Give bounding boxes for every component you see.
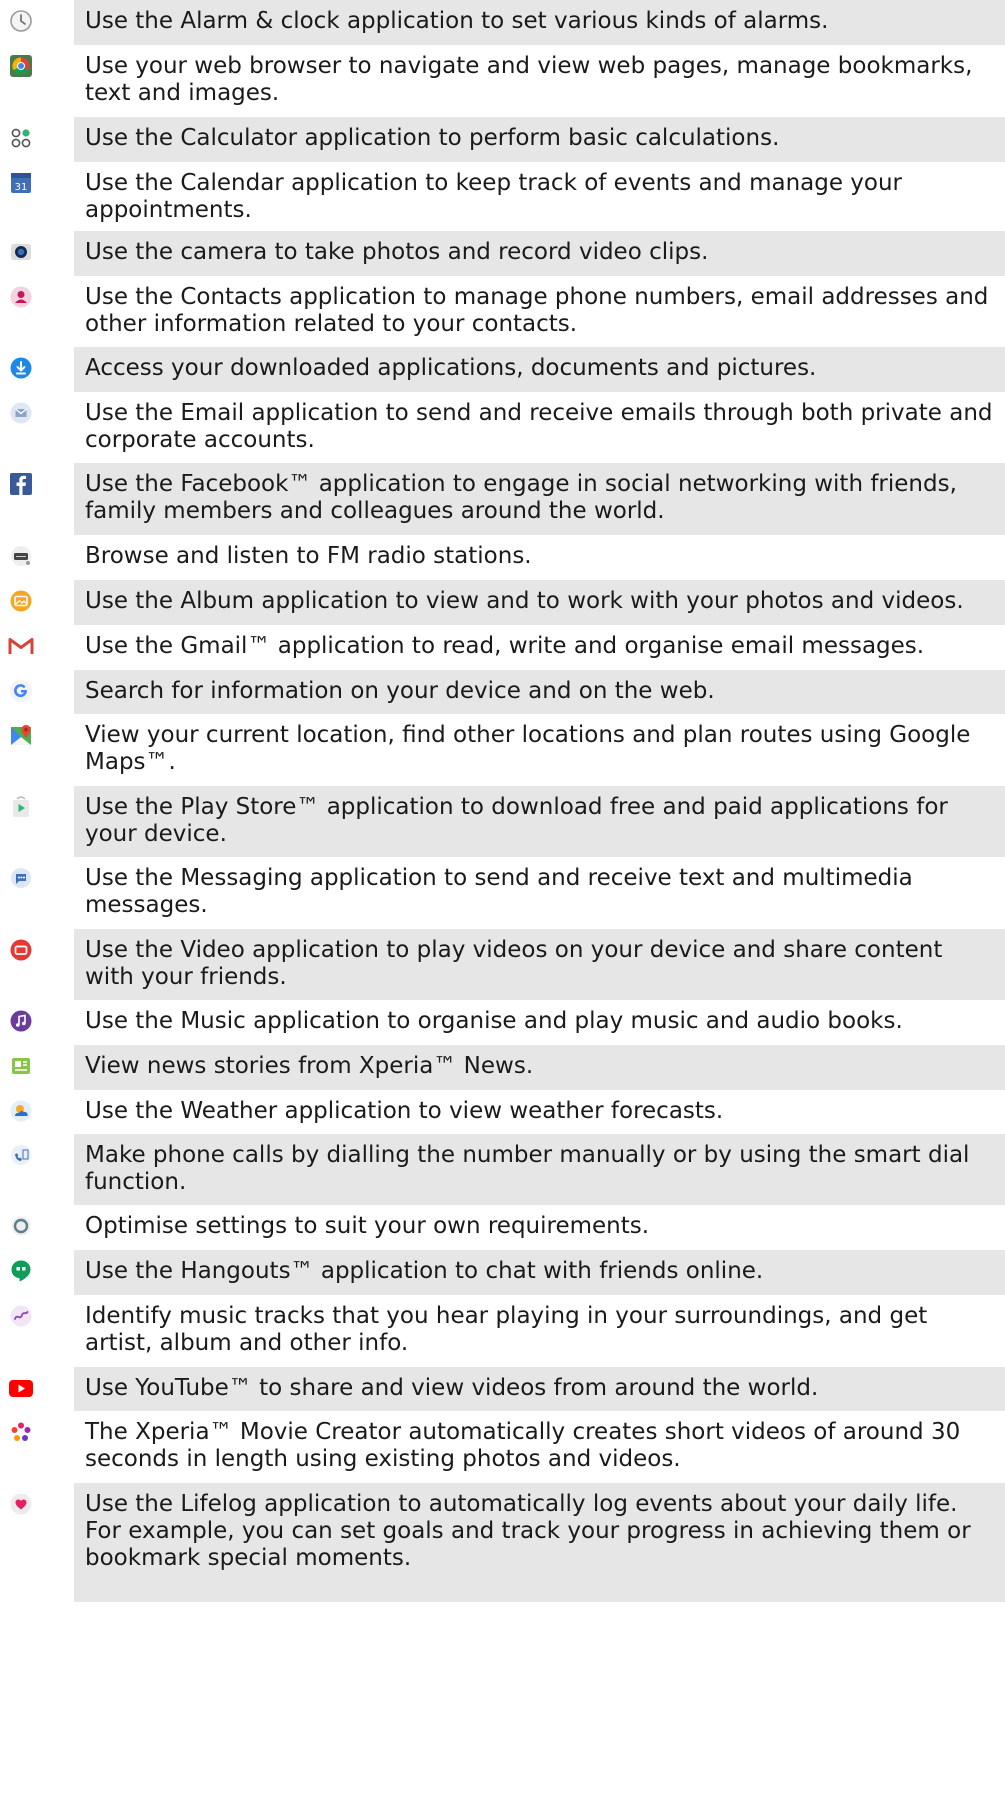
- download-icon: [8, 355, 34, 381]
- list-item-description: Use the camera to take photos and record…: [74, 231, 1005, 276]
- messaging-icon: [8, 865, 34, 891]
- album-icon: [8, 588, 34, 614]
- alarm-clock-icon: [8, 8, 34, 34]
- list-item-description: Use the Weather application to view weat…: [85, 1098, 724, 1124]
- list-item-description: Use YouTube™ to share and view videos fr…: [74, 1367, 1005, 1411]
- list-item-description: View your current location, find other l…: [85, 722, 971, 775]
- list-item: Access your downloaded applications, doc…: [0, 347, 1005, 392]
- news-icon: [8, 1053, 34, 1079]
- list-item: Use YouTube™ to share and view videos fr…: [0, 1367, 1005, 1411]
- list-item: Use the Album application to view and to…: [0, 580, 1005, 625]
- list-item: Use the Messaging application to send an…: [0, 857, 1005, 929]
- list-item: Use the Email application to send and re…: [0, 392, 1005, 463]
- list-item: Use the Play Store™ application to downl…: [0, 786, 1005, 857]
- youtube-icon: [8, 1375, 34, 1401]
- list-item-description: Use the Facebook™ application to engage …: [74, 463, 1005, 535]
- list-item-description: View news stories from Xperia™ News.: [74, 1045, 1005, 1090]
- list-item: Use the Facebook™ application to engage …: [0, 463, 1005, 535]
- list-item-description: Use the Lifelog application to automatic…: [74, 1483, 1005, 1602]
- list-item-description: Use the Messaging application to send an…: [85, 865, 913, 918]
- music-recognition-icon: [8, 1303, 34, 1329]
- list-item: Use the Calculator application to perfor…: [0, 117, 1005, 162]
- maps-icon: [8, 722, 34, 748]
- list-item: Use the Hangouts™ application to chat wi…: [0, 1250, 1005, 1295]
- list-item-description: Use the Calculator application to perfor…: [74, 117, 1005, 162]
- music-icon: [8, 1008, 34, 1034]
- list-item: Use the Video application to play videos…: [0, 929, 1005, 1000]
- list-item-description: Use the Album application to view and to…: [74, 580, 1005, 625]
- contacts-icon: [8, 284, 34, 310]
- calculator-icon: [8, 125, 34, 151]
- list-item: The Xperia™ Movie Creator automatically …: [0, 1411, 1005, 1483]
- play-store-icon: [8, 794, 34, 820]
- list-item: Browse and listen to FM radio stations.: [0, 535, 1005, 580]
- list-item-description: Use the Alarm & clock application to set…: [74, 0, 1005, 45]
- list-item: Use the Alarm & clock application to set…: [0, 0, 1005, 45]
- list-item-description: Browse and listen to FM radio stations.: [85, 543, 532, 569]
- list-item-description: Make phone calls by dialling the number …: [74, 1134, 1005, 1205]
- svg-text:31: 31: [15, 182, 28, 193]
- email-icon: [8, 400, 34, 426]
- list-item: Make phone calls by dialling the number …: [0, 1134, 1005, 1205]
- list-item-description: Use the Video application to play videos…: [74, 929, 1005, 1000]
- list-item-description: Search for information on your device an…: [74, 670, 1005, 714]
- gmail-icon: [8, 633, 34, 659]
- list-item-description: Identify music tracks that you hear play…: [85, 1303, 928, 1356]
- phone-icon: [8, 1142, 34, 1168]
- video-icon: [8, 937, 34, 963]
- list-item: 31 Use the Calendar application to keep t…: [0, 162, 1005, 231]
- list-item-description: Use the Email application to send and re…: [85, 400, 993, 453]
- list-item-description: Access your downloaded applications, doc…: [74, 347, 1005, 392]
- list-item: Use the Gmail™ application to read, writ…: [0, 625, 1005, 670]
- facebook-icon: [8, 471, 34, 497]
- calendar-icon: 31: [8, 170, 34, 196]
- list-item-description: Use the Hangouts™ application to chat wi…: [74, 1250, 1005, 1295]
- list-item-description: Use the Play Store™ application to downl…: [74, 786, 1005, 857]
- list-item-description: Use the Contacts application to manage p…: [85, 284, 989, 337]
- settings-icon: [8, 1213, 34, 1239]
- list-item: Use the Contacts application to manage p…: [0, 276, 1005, 347]
- list-item-description: Use the Music application to organise an…: [85, 1008, 903, 1034]
- list-item: Optimise settings to suit your own requi…: [0, 1205, 1005, 1250]
- list-item-description: The Xperia™ Movie Creator automatically …: [85, 1419, 961, 1472]
- list-item-description: Use the Calendar application to keep tra…: [85, 170, 903, 223]
- fm-radio-icon: [8, 543, 34, 569]
- camera-icon: [8, 239, 34, 265]
- list-item: Use the Lifelog application to automatic…: [0, 1483, 1005, 1602]
- list-item: Identify music tracks that you hear play…: [0, 1295, 1005, 1367]
- list-item-description: Use your web browser to navigate and vie…: [85, 53, 973, 106]
- list-item: View your current location, find other l…: [0, 714, 1005, 786]
- google-icon: [8, 678, 34, 704]
- list-item-description: Use the Gmail™ application to read, writ…: [85, 633, 925, 659]
- list-item: Use the Weather application to view weat…: [0, 1090, 1005, 1134]
- list-item: View news stories from Xperia™ News.: [0, 1045, 1005, 1090]
- list-item-description: Optimise settings to suit your own requi…: [85, 1213, 650, 1239]
- list-item: Use the Music application to organise an…: [0, 1000, 1005, 1045]
- browser-icon: [8, 53, 34, 79]
- list-item: Use the camera to take photos and record…: [0, 231, 1005, 276]
- lifelog-icon: [8, 1491, 34, 1517]
- weather-icon: [8, 1098, 34, 1124]
- movie-creator-icon: [8, 1419, 34, 1445]
- list-item: Search for information on your device an…: [0, 670, 1005, 714]
- hangouts-icon: [8, 1258, 34, 1284]
- list-item: Use your web browser to navigate and vie…: [0, 45, 1005, 117]
